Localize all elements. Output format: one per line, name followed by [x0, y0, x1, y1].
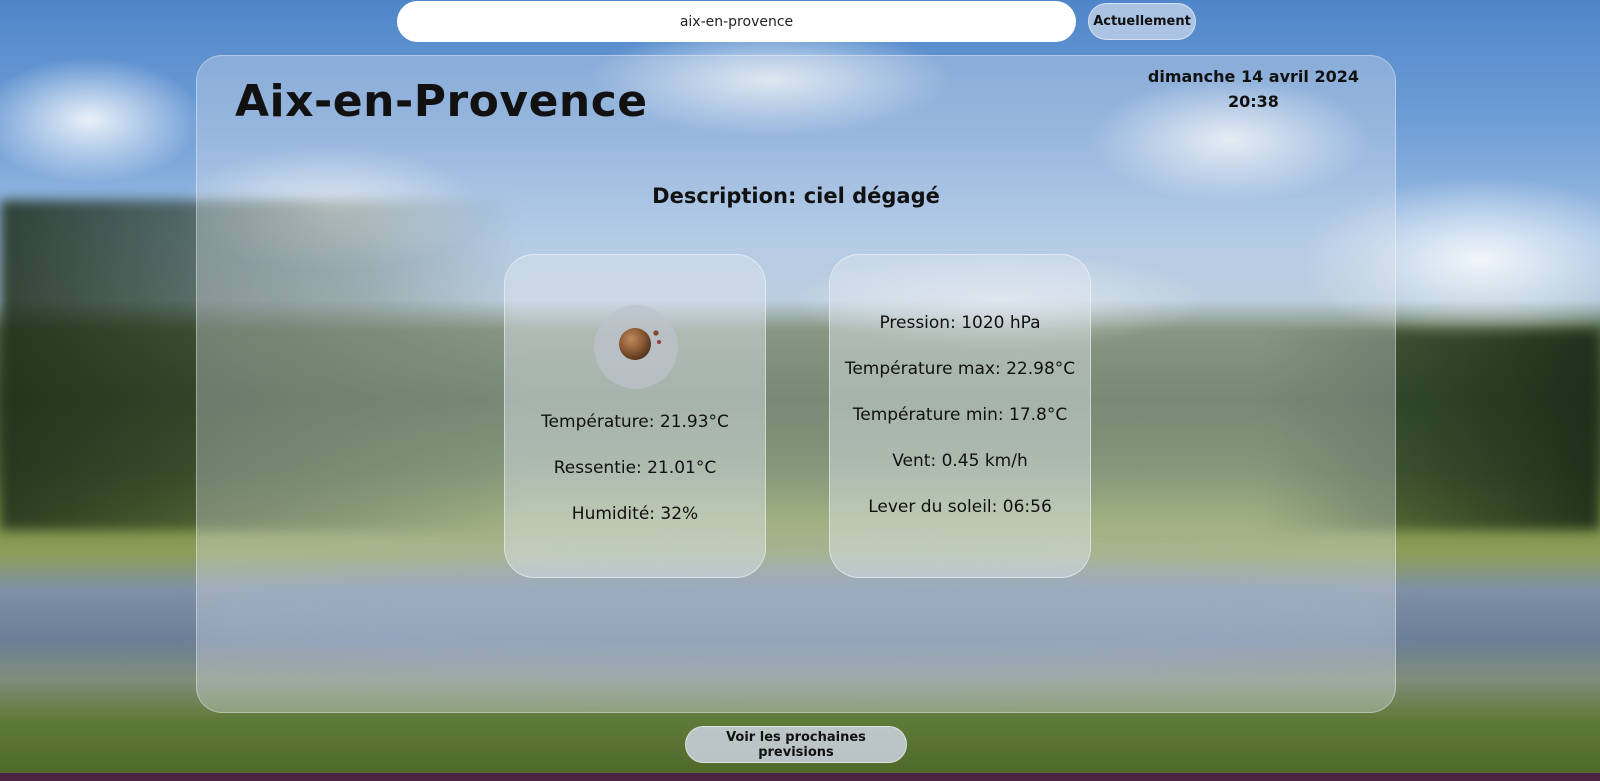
humidity-stat: Humidité: 32% [571, 504, 699, 524]
clear-night-moon-icon [619, 328, 661, 360]
sunrise-stat: Lever du soleil: 06:56 [868, 497, 1052, 517]
time-label: 20:38 [1227, 92, 1279, 111]
feels-like-stat: Ressentie: 21.01°C [553, 458, 717, 478]
pressure-stat: Pression: 1020 hPa [879, 313, 1041, 333]
now-button[interactable]: Actuellement [1088, 3, 1196, 40]
weather-icon-badge [594, 305, 678, 389]
datetime: dimanche 14 avril 2024 20:38 [1148, 64, 1359, 114]
temp-max-stat: Température max: 22.98°C [844, 359, 1076, 379]
city-search-input[interactable] [397, 1, 1076, 42]
city-name: Aix-en-Provence [235, 76, 648, 127]
next-forecasts-button[interactable]: Voir les prochaines previsions [685, 726, 907, 763]
details-card: Pression: 1020 hPa Température max: 22.9… [829, 254, 1091, 578]
temperature-stat: Température: 21.93°C [541, 412, 729, 432]
main-conditions-card: Température: 21.93°C Ressentie: 21.01°C … [504, 254, 766, 578]
weather-description: Description: ciel dégagé [652, 184, 940, 208]
weather-card: Aix-en-Provence dimanche 14 avril 2024 2… [196, 55, 1396, 713]
temp-min-stat: Température min: 17.8°C [852, 405, 1068, 425]
wind-stat: Vent: 0.45 km/h [892, 451, 1028, 471]
date-label: dimanche 14 avril 2024 [1147, 67, 1359, 86]
bottom-bar [0, 773, 1600, 781]
